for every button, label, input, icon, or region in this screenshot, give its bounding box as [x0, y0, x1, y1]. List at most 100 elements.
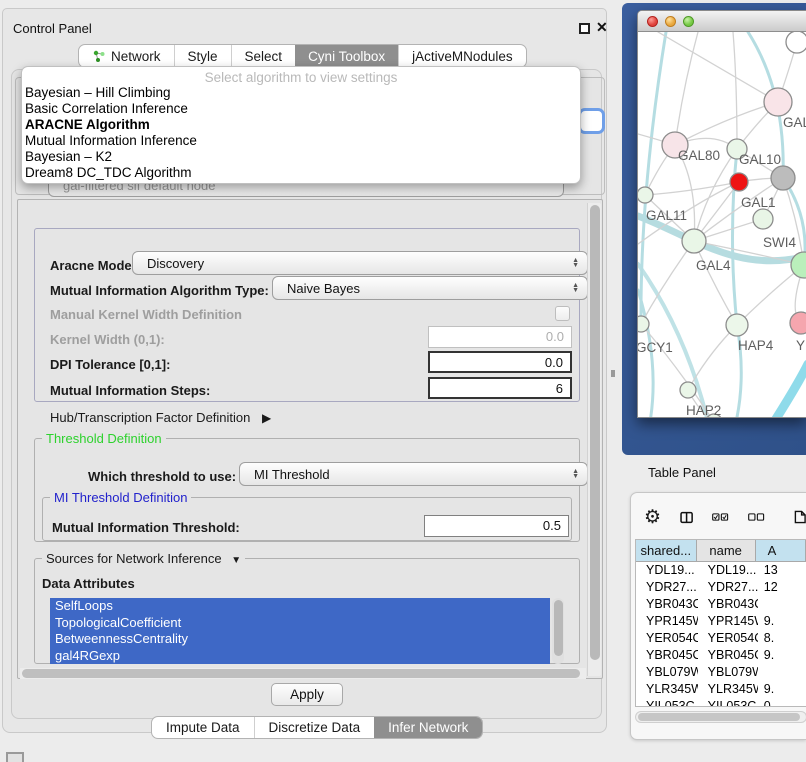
split-pane-handle[interactable]: [611, 370, 615, 377]
node-gcy1[interactable]: [638, 316, 649, 332]
table-cell: 8.: [758, 630, 806, 647]
algorithm-option-aracne-algorithm[interactable]: ARACNE Algorithm: [22, 117, 580, 133]
network-edge: [658, 32, 778, 102]
node-label-gal1: GAL1: [741, 195, 776, 210]
node-gal-pink[interactable]: [764, 88, 792, 116]
column-header-name[interactable]: name: [697, 540, 756, 561]
node-label-y: Y: [796, 338, 805, 353]
table-row[interactable]: YPR145WYPR145W9.: [636, 613, 806, 630]
table-cell: 12: [758, 579, 806, 596]
tab-cyni-toolbox[interactable]: Cyni Toolbox: [295, 45, 398, 67]
table-row[interactable]: YDL19...YDL19...13: [636, 562, 806, 579]
attribute-item-selfloops[interactable]: SelfLoops: [50, 598, 550, 615]
network-canvas[interactable]: GALGAL80GAL10GAL1GAL11SWI4GAL4GCY1HAP4YH…: [638, 32, 806, 418]
tab-infer-network[interactable]: Infer Network: [374, 717, 482, 738]
algorithm-option-basic-correlation-inference[interactable]: Basic Correlation Inference: [22, 101, 580, 117]
table-row[interactable]: YBR043CYBR043C: [636, 596, 806, 613]
node-top-outline[interactable]: [786, 32, 806, 53]
close-icon[interactable]: ✕: [596, 19, 608, 36]
control-panel-title: Control Panel: [13, 21, 92, 36]
scrollbar-thumb[interactable]: [638, 713, 800, 721]
network-edge: [774, 364, 806, 418]
control-panel-window: Control Panel ✕ NetworkStyleSelectCyni T…: [2, 8, 607, 733]
attribute-item-betweennesscentrality[interactable]: BetweennessCentrality: [50, 631, 550, 648]
apply-button[interactable]: Apply: [271, 683, 343, 706]
bottom-left-widget[interactable]: [6, 752, 24, 762]
mi-threshold-field[interactable]: 0.5: [424, 515, 569, 537]
settings-horizontal-scrollbar[interactable]: [20, 668, 586, 679]
top-tab-bar: NetworkStyleSelectCyni ToolboxjActiveMNo…: [78, 44, 527, 68]
node-y-pink[interactable]: [790, 312, 806, 334]
scrollbar-thumb[interactable]: [590, 205, 600, 660]
algorithm-option-dream8-dc-tdc-algorithm[interactable]: Dream8 DC_TDC Algorithm: [22, 165, 580, 181]
settings-vertical-scrollbar[interactable]: [587, 203, 601, 676]
node-label-gal80: GAL80: [678, 148, 720, 163]
hub-definition-label: Hub/Transcription Factor Definition: [50, 410, 250, 425]
node-gal11[interactable]: [638, 187, 653, 203]
node-hap2[interactable]: [680, 382, 696, 398]
node-gal1[interactable]: [753, 209, 773, 229]
table-row[interactable]: YLR345WYLR345W9.: [636, 681, 806, 698]
table-cell: YER054C: [698, 630, 758, 647]
sources-group-title[interactable]: Sources for Network Inference ▼: [42, 551, 245, 566]
dpi-tolerance-label: DPI Tolerance [0,1]:: [50, 357, 170, 372]
attribute-item-gal4rgexp[interactable]: gal4RGexp: [50, 648, 550, 665]
node-label-gal4: GAL4: [696, 258, 731, 273]
tab-discretize-data[interactable]: Discretize Data: [254, 717, 375, 738]
tab-style[interactable]: Style: [174, 45, 231, 67]
hub-definition-toggle[interactable]: Hub/Transcription Factor Definition ▶: [50, 410, 271, 425]
gear-icon[interactable]: ⚙: [644, 508, 661, 527]
attribute-list-scrollbar[interactable]: [552, 598, 564, 664]
cyni-algorithm-settings-panel: Aracne Mode: Discovery ▲▼ Mutual Informa…: [17, 199, 603, 679]
mi-steps-field[interactable]: 6: [428, 377, 572, 399]
mi-threshold-label: Mutual Information Threshold:: [52, 520, 240, 535]
tab-select[interactable]: Select: [231, 45, 296, 67]
deselect-all-checkboxes-icon[interactable]: [748, 511, 765, 523]
algorithm-option-bayesian-hill-climbing[interactable]: Bayesian – Hill Climbing: [22, 85, 580, 101]
network-window-titlebar[interactable]: [638, 11, 806, 32]
algorithm-option-mutual-information-inference[interactable]: Mutual Information Inference: [22, 133, 580, 149]
select-all-checkboxes-icon[interactable]: [712, 511, 729, 523]
data-attributes-list[interactable]: SelfLoopsTopologicalCoefficientBetweenne…: [50, 598, 550, 664]
column-layout-icon[interactable]: [680, 509, 693, 526]
dpi-tolerance-field[interactable]: 0.0: [428, 351, 572, 373]
which-threshold-combo[interactable]: MI Threshold ▲▼: [239, 462, 588, 486]
tab-impute-data[interactable]: Impute Data: [152, 717, 254, 738]
mi-type-combo[interactable]: Naive Bayes ▲▼: [272, 276, 588, 300]
float-window-icon[interactable]: [579, 23, 590, 34]
scrollbar-thumb[interactable]: [22, 669, 580, 678]
focused-spinner-fragment[interactable]: [578, 108, 605, 134]
mi-threshold-group-title: MI Threshold Definition: [50, 490, 191, 505]
tab-network[interactable]: Network: [79, 45, 174, 67]
node-label-hap2: HAP2: [686, 403, 721, 418]
table-cell: YBR045C: [636, 647, 698, 664]
table-body: YDL19...YDL19...13YDR27...YDR27...12YBR0…: [636, 562, 806, 707]
table-header-row: shared...nameA: [636, 540, 806, 562]
new-table-icon[interactable]: [794, 507, 806, 527]
table-row[interactable]: YER054CYER054C8.: [636, 630, 806, 647]
aracne-mode-label: Aracne Mode:: [50, 258, 136, 273]
node-gray-node[interactable]: [771, 166, 795, 190]
zoom-traffic-light-icon[interactable]: [683, 16, 694, 27]
node-gal4[interactable]: [682, 229, 706, 253]
node-label-gal: GAL: [783, 115, 806, 130]
minimize-traffic-light-icon[interactable]: [665, 16, 676, 27]
aracne-mode-combo[interactable]: Discovery ▲▼: [132, 251, 588, 275]
threshold-definition-title: Threshold Definition: [42, 431, 166, 446]
scrollbar-thumb[interactable]: [554, 600, 563, 656]
mi-steps-label: Mutual Information Steps:: [50, 383, 210, 398]
tab-jactivemnodules[interactable]: jActiveMNodules: [398, 45, 526, 67]
table-row[interactable]: YBR045CYBR045C9.: [636, 647, 806, 664]
manual-kernel-checkbox[interactable]: [555, 306, 570, 321]
close-traffic-light-icon[interactable]: [647, 16, 658, 27]
algorithm-option-bayesian-k2[interactable]: Bayesian – K2: [22, 149, 580, 165]
node-hap4[interactable]: [726, 314, 748, 336]
table-horizontal-scrollbar[interactable]: [635, 711, 806, 723]
table-row[interactable]: YIL053CYIL053C0: [636, 698, 806, 707]
table-row[interactable]: YBL079WYBL079W: [636, 664, 806, 681]
column-header-a[interactable]: A: [756, 540, 806, 561]
table-row[interactable]: YDR27...YDR27...12: [636, 579, 806, 596]
node-red-node[interactable]: [730, 173, 748, 191]
column-header-shared[interactable]: shared...: [636, 540, 697, 561]
attribute-item-topologicalcoefficient[interactable]: TopologicalCoefficient: [50, 615, 550, 632]
